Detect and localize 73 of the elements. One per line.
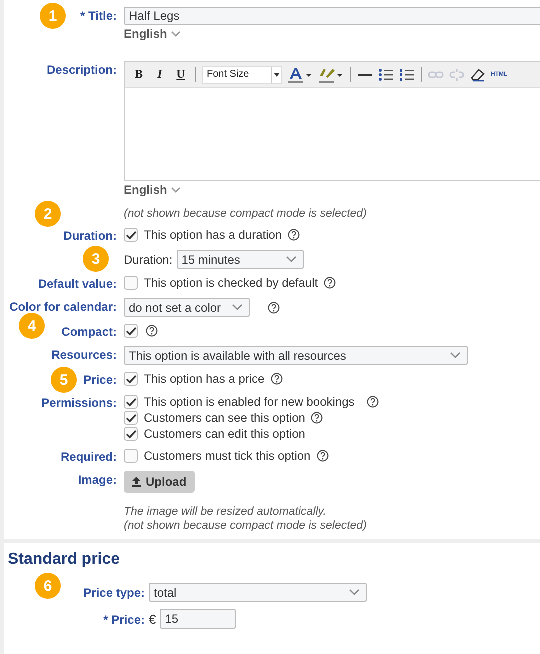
chevron-icon — [349, 589, 360, 596]
chevron-icon — [171, 187, 182, 193]
eraser-icon[interactable] — [470, 68, 486, 82]
field-label: Description: — [46, 62, 117, 78]
format-button[interactable]: B — [131, 67, 147, 82]
field-label: * Price: — [104, 612, 145, 628]
currency-symbol: € — [149, 612, 156, 626]
hint-text: The image will be resized automatically. — [124, 505, 328, 519]
chevron-icon — [286, 256, 297, 263]
help-icon[interactable] — [366, 396, 379, 408]
field-label: Default value: — [38, 276, 117, 292]
step-badge: 3 — [83, 246, 109, 272]
step-badge: 4 — [19, 313, 45, 339]
hint-text: (not shown because compact mode is selected) — [124, 519, 367, 533]
chevron-icon — [232, 304, 243, 311]
field-label: Resources: — [52, 347, 117, 363]
upload-icon — [132, 477, 141, 487]
select-field[interactable]: total — [149, 583, 367, 602]
checkbox-label[interactable]: Customers must tick this option — [144, 449, 311, 463]
help-icon[interactable] — [311, 412, 324, 424]
checkbox[interactable] — [124, 411, 138, 425]
checkbox-label[interactable]: This option is enabled for new bookings — [144, 395, 355, 409]
step-badge: 6 — [35, 573, 61, 599]
text-color-icon[interactable] — [287, 66, 313, 84]
section-heading: Standard price — [8, 551, 122, 569]
format-button[interactable]: I — [152, 67, 168, 82]
help-icon[interactable] — [316, 450, 329, 462]
select-field[interactable]: do not set a color — [124, 298, 250, 317]
upload-button[interactable]: Upload — [124, 471, 195, 493]
checkbox[interactable] — [124, 276, 138, 290]
field-label: Compact: — [62, 324, 117, 340]
checkbox[interactable] — [124, 228, 138, 242]
help-icon[interactable] — [268, 302, 280, 314]
help-icon[interactable] — [270, 373, 283, 385]
font-size-dropdown[interactable]: Font Size — [202, 66, 282, 84]
bullet-list-icon[interactable] — [378, 68, 394, 82]
checkbox[interactable] — [124, 449, 138, 463]
title-field[interactable]: Half Legs — [124, 7, 540, 25]
chevron-icon — [450, 352, 461, 359]
checkbox-label[interactable]: Customers can edit this option — [144, 427, 306, 441]
field-label: Color for calendar: — [10, 299, 117, 315]
checkbox[interactable] — [124, 427, 138, 441]
field-label: Required: — [60, 449, 117, 465]
checkbox-label[interactable]: Customers can see this option — [144, 411, 306, 425]
language-dropdown[interactable]: English — [124, 183, 182, 197]
language-dropdown[interactable]: English — [124, 27, 182, 41]
hint-text: (not shown because compact mode is selected) — [124, 207, 367, 221]
field-label: Price type: — [84, 585, 145, 601]
help-icon[interactable] — [324, 277, 336, 289]
field-label: Price: — [84, 372, 117, 388]
chevron-icon — [171, 31, 182, 37]
field-label: * Title: — [80, 8, 117, 24]
duration-select[interactable]: 15 minutes — [176, 250, 304, 269]
help-icon[interactable] — [146, 325, 158, 337]
caret-icon — [274, 72, 280, 76]
checkbox-label[interactable]: This option has a price — [144, 372, 265, 386]
field-label: Image: — [78, 472, 117, 488]
help-icon[interactable] — [288, 229, 300, 241]
field-label: Duration: — [64, 228, 117, 244]
checkbox[interactable] — [124, 324, 138, 338]
checkbox[interactable] — [124, 395, 138, 409]
checkbox-label[interactable]: This option has a duration — [144, 228, 282, 242]
step-badge: 1 — [40, 3, 66, 29]
checkbox-label[interactable]: This option is checked by default — [144, 276, 318, 290]
field-label: Duration: — [124, 252, 173, 266]
checkbox[interactable] — [124, 372, 138, 386]
step-badge: 5 — [51, 367, 77, 393]
numbered-list-icon[interactable] — [399, 68, 415, 82]
field-label: Permissions: — [42, 395, 117, 411]
format-button[interactable]: U — [173, 67, 189, 82]
step-badge: 2 — [35, 201, 61, 227]
select-field[interactable]: This option is available with all resources — [124, 346, 468, 365]
price-field[interactable]: 15 — [160, 609, 236, 629]
